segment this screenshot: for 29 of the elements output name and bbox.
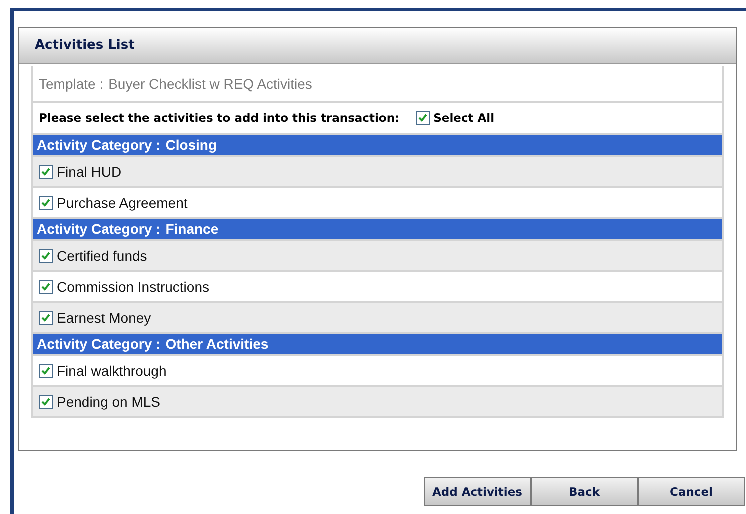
action-button[interactable]: Back (531, 477, 638, 506)
category-name: Other Activities (166, 336, 269, 352)
category-name: Finance (166, 221, 219, 237)
action-button[interactable]: Add Activities (424, 477, 531, 506)
activity-name: Certified funds (57, 248, 148, 264)
action-button[interactable]: Cancel (638, 477, 745, 506)
panel-title: Activities List (19, 28, 736, 64)
activity-checkbox[interactable] (39, 394, 53, 408)
category-label: Activity Category : (37, 137, 161, 153)
category-label: Activity Category : (37, 336, 161, 352)
activity-checkbox[interactable] (39, 164, 53, 178)
activity-name: Final HUD (57, 164, 122, 180)
activity-checkbox[interactable] (39, 310, 53, 324)
activity-name: Pending on MLS (57, 394, 161, 410)
activity-name: Final walkthrough (57, 362, 167, 378)
instruction-text: Please select the activities to add into this transaction: (39, 111, 400, 125)
category-label: Activity Category : (37, 221, 161, 237)
activity-checkbox[interactable] (39, 280, 53, 294)
category-name: Closing (166, 137, 218, 153)
activity-name: Earnest Money (57, 310, 152, 326)
select-all-label: Select All (434, 111, 495, 125)
template-label: Template : (39, 76, 104, 92)
select-all-checkbox[interactable] (416, 111, 430, 125)
activity-name: Commission Instructions (57, 278, 210, 294)
activity-name: Purchase Agreement (57, 194, 188, 210)
activity-checkbox[interactable] (39, 248, 53, 262)
template-name: Buyer Checklist w REQ Activities (108, 76, 312, 92)
activity-checkbox[interactable] (39, 364, 53, 378)
activity-checkbox[interactable] (39, 196, 53, 210)
